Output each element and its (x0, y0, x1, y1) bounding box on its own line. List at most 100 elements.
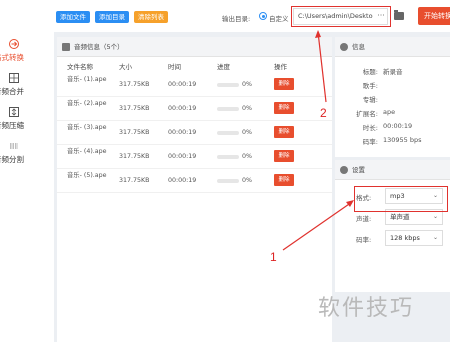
info-key: 码率: (362, 138, 378, 146)
compress-icon (9, 107, 19, 117)
file-size: 317.75KB (119, 81, 150, 88)
file-list-title: 音频信息（5个） (74, 43, 124, 51)
progress-text: 0% (242, 177, 252, 184)
channel-label: 声道: (356, 215, 372, 223)
progress-text: 0% (242, 129, 252, 136)
file-size: 317.75KB (119, 105, 150, 112)
file-name: 音乐- (1).ape (67, 76, 107, 83)
annotation-number-2: 2 (320, 106, 327, 120)
add-directory-button[interactable]: 添加目录 (95, 11, 129, 23)
clear-list-button[interactable]: 清除列表 (134, 11, 168, 23)
file-name: 音乐- (2).ape (67, 100, 107, 107)
bitrate-label: 码率: (356, 236, 372, 244)
chevron-down-icon: ⌄ (432, 234, 438, 241)
info-title: 信息 (352, 43, 365, 51)
info-row-extension: 扩展名: ape (335, 105, 450, 119)
info-row-album: 专辑: (335, 91, 450, 105)
table-row[interactable]: 音乐- (3).ape 317.75KB 00:00:19 0% 删除 (57, 121, 332, 145)
file-name: 音乐- (5).ape (67, 172, 107, 179)
sidebar-item-label: 音频压缩 (0, 121, 24, 130)
file-time: 00:00:19 (168, 105, 197, 112)
file-time: 00:00:19 (168, 177, 197, 184)
file-time: 00:00:19 (168, 129, 197, 136)
info-row-artist: 歌手: (335, 77, 450, 91)
chevron-down-icon: ⌄ (432, 213, 438, 220)
info-row-title: 标题: 新录音 (335, 63, 450, 77)
file-time: 00:00:19 (168, 81, 197, 88)
bitrate-row: 码率: 128 kbps ⌄ (335, 228, 450, 249)
settings-panel: 设置 格式: mp3 ⌄ 声道: 单声道 ⌄ 码率: 128 kbps ⌄ (335, 160, 450, 292)
info-value: ape (383, 108, 396, 116)
file-size: 317.75KB (119, 129, 150, 136)
file-name: 音乐- (3).ape (67, 124, 107, 131)
merge-icon (9, 73, 19, 83)
bitrate-value: 128 kbps (390, 234, 420, 242)
file-time: 00:00:19 (168, 153, 197, 160)
split-icon (10, 143, 18, 149)
folder-icon[interactable] (394, 10, 404, 20)
table-header: 文件名称 大小 时间 进度 操作 (57, 57, 332, 73)
custom-radio[interactable] (259, 12, 267, 20)
sidebar-item-label: 音频分割 (0, 155, 24, 164)
info-panel: 信息 标题: 新录音 歌手: 专辑: 扩展名: ape 时长: 00:00:19… (335, 37, 450, 157)
info-key: 标题: (362, 68, 378, 76)
column-header: 时间 (168, 63, 181, 71)
table-row[interactable]: 音乐- (1).ape 317.75KB 00:00:19 0% 删除 (57, 73, 332, 97)
delete-button[interactable]: 删除 (274, 102, 294, 114)
delete-button[interactable]: 删除 (274, 78, 294, 90)
info-key: 歌手: (362, 82, 378, 90)
info-key: 时长: (362, 124, 378, 132)
annotation-highlight-format (354, 186, 448, 212)
annotation-number-1: 1 (270, 250, 277, 264)
sidebar-item-audio-compress[interactable]: 音频压缩 (0, 106, 54, 131)
watermark: 软件技巧 (318, 296, 415, 321)
annotation-highlight-path (291, 6, 391, 27)
delete-button[interactable]: 删除 (274, 150, 294, 162)
file-size: 317.75KB (119, 153, 150, 160)
info-value: 新录音 (383, 68, 403, 76)
convert-icon (9, 39, 19, 49)
info-value: 00:00:19 (383, 122, 413, 130)
progress-bar (217, 83, 239, 87)
file-size: 317.75KB (119, 177, 150, 184)
output-directory-label: 输出目录: (222, 15, 251, 23)
gear-icon (340, 166, 348, 174)
sidebar-item-audio-split[interactable]: 音频分割 (0, 140, 54, 165)
progress-bar (217, 179, 239, 183)
info-key: 扩展名: (356, 110, 378, 118)
column-header: 文件名称 (67, 63, 93, 71)
bitrate-select[interactable]: 128 kbps ⌄ (385, 230, 443, 246)
table-row[interactable]: 音乐- (5).ape 317.75KB 00:00:19 0% 删除 (57, 169, 332, 193)
delete-button[interactable]: 删除 (274, 174, 294, 186)
info-value: 130955 bps (383, 136, 422, 144)
image-icon (62, 43, 70, 51)
table-row[interactable]: 音乐- (2).ape 317.75KB 00:00:19 0% 删除 (57, 97, 332, 121)
column-header: 大小 (119, 63, 132, 71)
toolbar: 添加文件 添加目录 清除列表 输出目录: 自定义 C:\Users\admin\… (54, 0, 450, 32)
file-list-header: 音频信息（5个） (57, 37, 332, 57)
file-name: 音乐- (4).ape (67, 148, 107, 155)
sidebar-item-format-convert[interactable]: 格式转换 (0, 38, 54, 63)
delete-button[interactable]: 删除 (274, 126, 294, 138)
info-row-bitrate: 码率: 130955 bps (335, 133, 450, 147)
progress-bar (217, 107, 239, 111)
progress-bar (217, 155, 239, 159)
gear-icon (340, 43, 348, 51)
info-row-duration: 时长: 00:00:19 (335, 119, 450, 133)
progress-text: 0% (242, 153, 252, 160)
info-header: 信息 (335, 37, 450, 57)
channel-value: 单声道 (390, 213, 410, 221)
settings-header: 设置 (335, 160, 450, 180)
table-row[interactable]: 音乐- (4).ape 317.75KB 00:00:19 0% 删除 (57, 145, 332, 169)
start-convert-button[interactable]: 开始转换 (418, 7, 450, 25)
sidebar-item-label: 音频合并 (0, 87, 24, 96)
sidebar-item-audio-merge[interactable]: 音频合并 (0, 72, 54, 97)
progress-text: 0% (242, 81, 252, 88)
sidebar: 格式转换 音频合并 音频压缩 音频分割 (0, 0, 54, 342)
info-key: 专辑: (362, 96, 378, 104)
settings-title: 设置 (352, 166, 365, 174)
progress-text: 0% (242, 105, 252, 112)
column-header: 进度 (217, 63, 230, 71)
progress-bar (217, 131, 239, 135)
add-file-button[interactable]: 添加文件 (56, 11, 90, 23)
